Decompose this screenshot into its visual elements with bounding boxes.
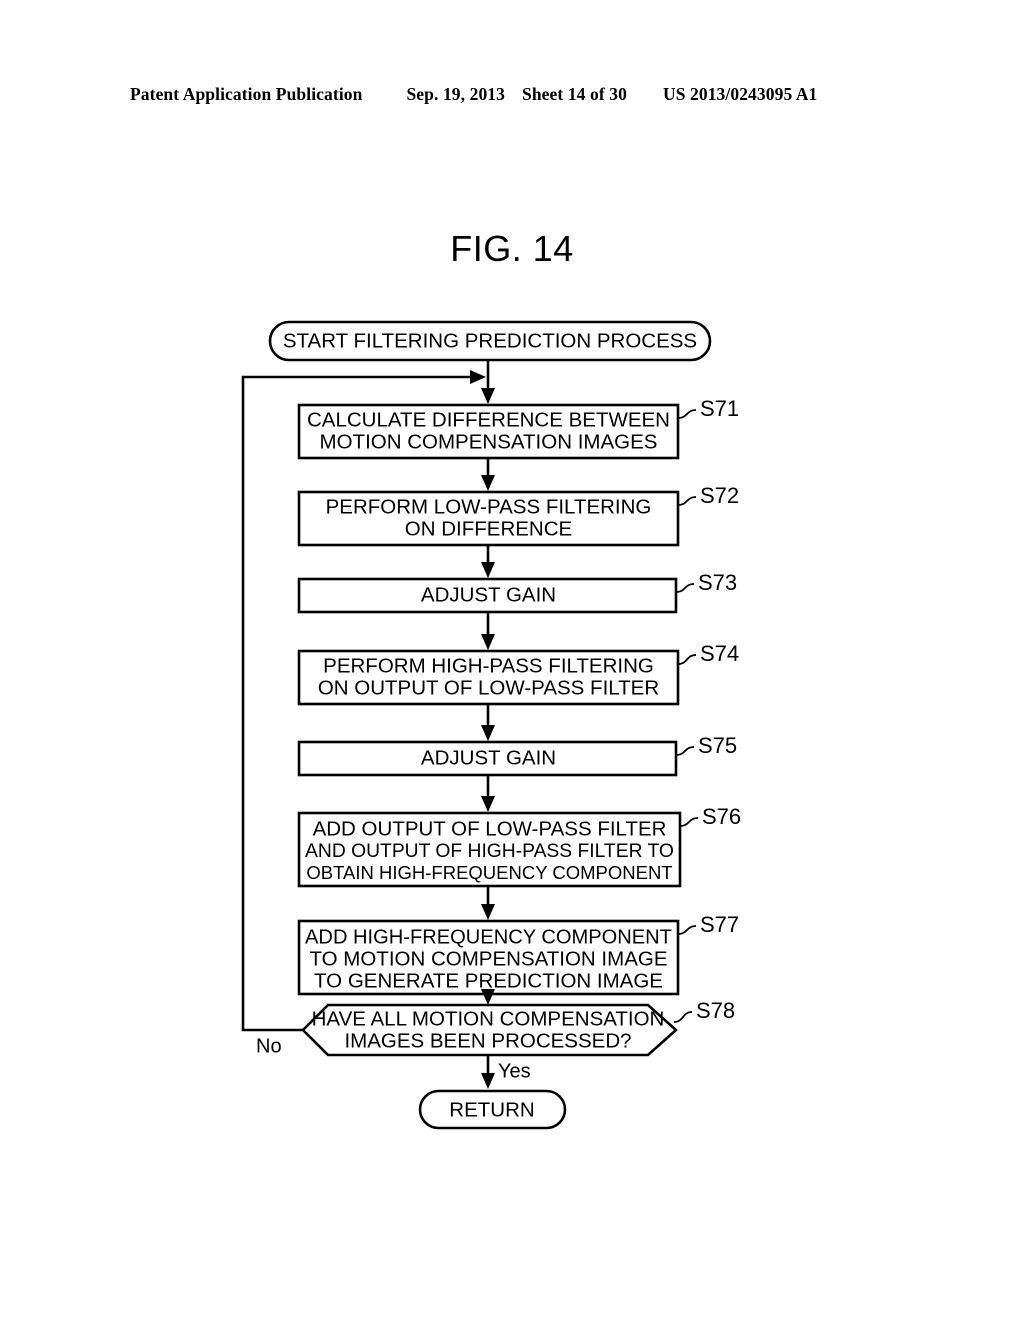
flow-step-s72-line-1: ON DIFFERENCE <box>405 517 572 540</box>
connector-s77-to-s78 <box>481 989 495 1005</box>
flow-node-start-label: START FILTERING PREDICTION PROCESS <box>283 329 697 352</box>
flow-step-s75: ADJUST GAIN S75 <box>297 733 737 777</box>
patent-page: Patent Application Publication Sep. 19, … <box>0 0 1024 1320</box>
connector-s74-to-s75 <box>481 704 495 741</box>
flow-node-return: RETURN <box>418 1089 567 1130</box>
connector-s72-to-s73 <box>481 545 495 578</box>
flow-step-s77-line-0: ADD HIGH-FREQUENCY COMPONENT <box>305 926 672 948</box>
flow-node-start: START FILTERING PREDICTION PROCESS <box>268 320 712 362</box>
patent-running-header: Patent Application Publication Sep. 19, … <box>130 84 894 112</box>
flow-decision-s78-line-0: HAVE ALL MOTION COMPENSATION <box>312 1007 665 1030</box>
flow-branch-yes-label: Yes <box>498 1060 531 1082</box>
flow-step-s73: ADJUST GAIN S73 <box>297 570 737 614</box>
flow-step-s76-line-2: OBTAIN HIGH-FREQUENCY COMPONENT <box>306 862 672 883</box>
flow-branch-no-label: No <box>256 1035 282 1057</box>
flow-step-s71-line-0: CALCULATE DIFFERENCE BETWEEN <box>307 408 670 431</box>
flow-step-s76-line-0: ADD OUTPUT OF LOW-PASS FILTER <box>313 817 667 840</box>
connector-start-to-s71 <box>481 360 495 404</box>
flow-decision-s78-id: S78 <box>696 998 735 1023</box>
header-patent-number-text: US 2013/0243095 A1 <box>662 84 818 104</box>
flow-step-s76-line-1: AND OUTPUT OF HIGH-PASS FILTER TO <box>305 841 674 862</box>
flow-step-s77: ADD HIGH-FREQUENCY COMPONENT TO MOTION C… <box>297 912 739 996</box>
flow-step-s75-line-0: ADJUST GAIN <box>421 746 556 769</box>
flow-step-s76-id: S76 <box>702 804 741 829</box>
figure-title: FIG. 14 <box>450 228 574 269</box>
connector-s75-to-s76 <box>481 775 495 812</box>
header-sheet-text: Sheet 14 of 30 <box>522 84 627 104</box>
flow-step-s74: PERFORM HIGH-PASS FILTERING ON OUTPUT OF… <box>297 641 739 706</box>
flow-step-s72-id: S72 <box>700 483 739 508</box>
flow-step-s73-id: S73 <box>698 570 737 595</box>
connector-s78-to-return: Yes <box>481 1055 531 1089</box>
flow-node-return-label: RETURN <box>449 1098 534 1121</box>
flow-step-s76: ADD OUTPUT OF LOW-PASS FILTER AND OUTPUT… <box>297 804 741 888</box>
flow-step-s77-line-2: TO GENERATE PREDICTION IMAGE <box>314 969 663 992</box>
filtering-prediction-flowchart: START FILTERING PREDICTION PROCESS CALCU… <box>241 320 741 1130</box>
flow-step-s74-line-0: PERFORM HIGH-PASS FILTERING <box>323 654 654 677</box>
connector-s76-to-s77 <box>481 886 495 920</box>
flow-step-s77-id: S77 <box>700 912 739 937</box>
flow-step-s74-id: S74 <box>700 641 739 666</box>
flow-step-s72: PERFORM LOW-PASS FILTERING ON DIFFERENCE… <box>297 483 739 547</box>
flow-step-s72-line-0: PERFORM LOW-PASS FILTERING <box>326 495 652 518</box>
flow-decision-s78-line-1: IMAGES BEEN PROCESSED? <box>344 1029 631 1052</box>
header-publication-text: Patent Application Publication <box>130 84 363 104</box>
header-date-text: Sep. 19, 2013 <box>406 84 506 104</box>
flow-step-s75-id: S75 <box>698 733 737 758</box>
flow-step-s73-line-0: ADJUST GAIN <box>421 583 556 606</box>
flow-decision-s78: HAVE ALL MOTION COMPENSATION IMAGES BEEN… <box>256 998 735 1057</box>
flow-step-s71-line-1: MOTION COMPENSATION IMAGES <box>320 430 658 453</box>
connector-s71-to-s72 <box>481 458 495 491</box>
flow-step-s77-line-1: TO MOTION COMPENSATION IMAGE <box>309 947 667 970</box>
connector-s73-to-s74 <box>481 612 495 650</box>
flow-step-s71: CALCULATE DIFFERENCE BETWEEN MOTION COMP… <box>297 396 739 460</box>
flow-step-s74-line-1: ON OUTPUT OF LOW-PASS FILTER <box>318 676 659 699</box>
flow-step-s71-id: S71 <box>700 396 739 421</box>
